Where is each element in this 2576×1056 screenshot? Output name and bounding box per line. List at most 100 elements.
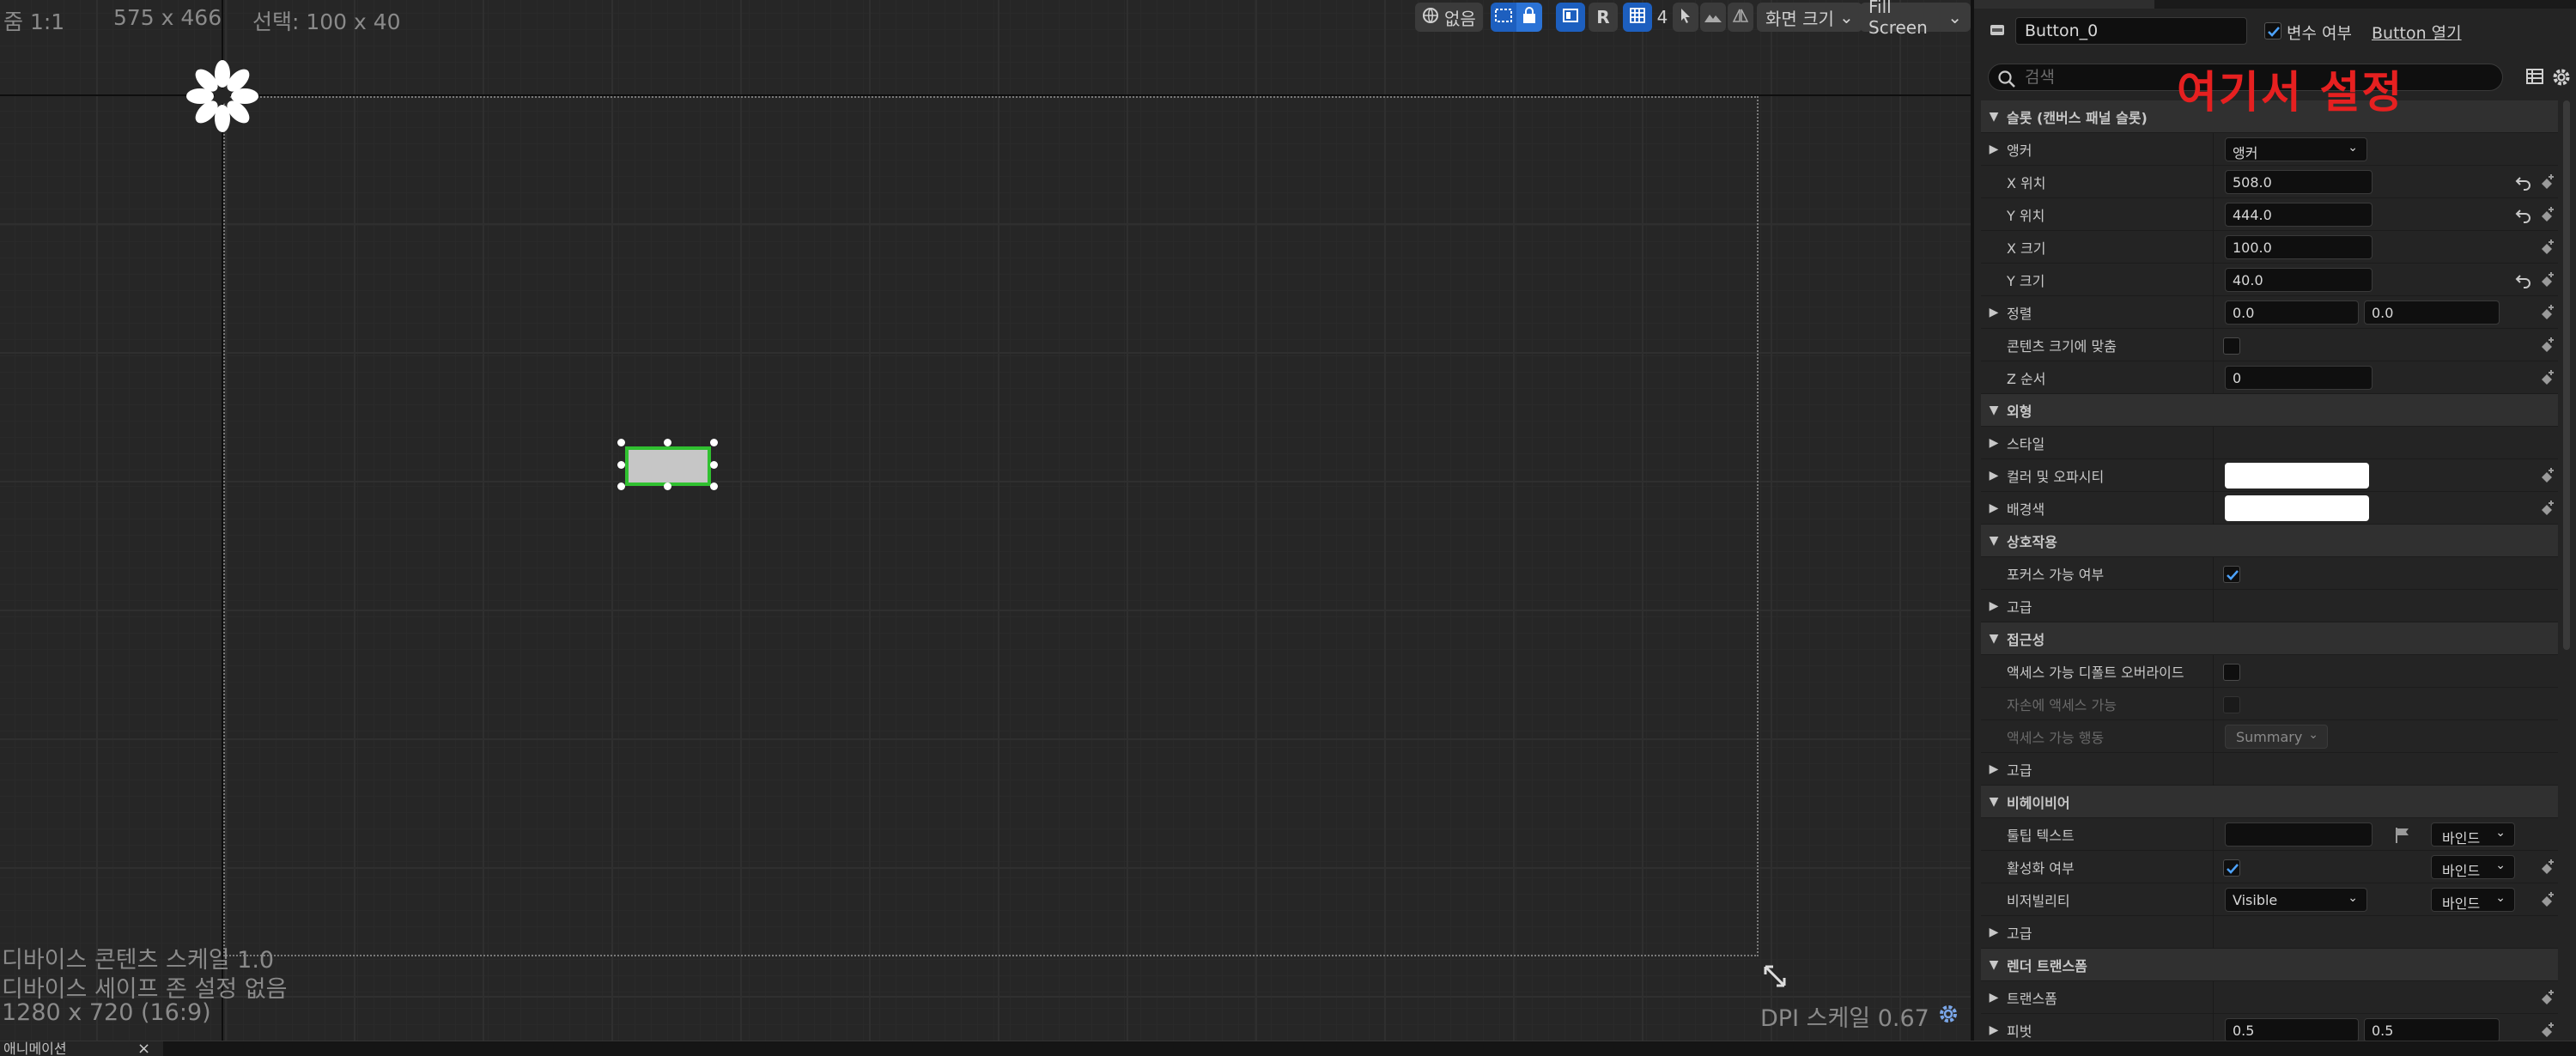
category-appearance[interactable]: ▼ 외형 bbox=[1981, 394, 2558, 427]
resize-handle-l[interactable] bbox=[617, 461, 625, 469]
prop-label: 자손에 액세스 가능 bbox=[2007, 696, 2117, 713]
row-advanced-interaction[interactable]: ▶ 고급 bbox=[1981, 590, 2558, 622]
keyframe-add-icon[interactable] bbox=[2537, 303, 2556, 322]
grid-snap-toggle[interactable] bbox=[1623, 3, 1652, 32]
resize-handle-b[interactable] bbox=[664, 482, 671, 490]
collapsed-triangle-icon[interactable]: ▶ bbox=[1988, 469, 2000, 482]
keyframe-add-icon[interactable] bbox=[2537, 988, 2556, 1007]
resize-handle-t[interactable] bbox=[664, 439, 671, 446]
keyframe-add-icon[interactable] bbox=[2537, 466, 2556, 485]
keyframe-add-icon[interactable] bbox=[2537, 270, 2556, 289]
row-advanced-accessibility[interactable]: ▶ 고급 bbox=[1981, 753, 2558, 786]
collapsed-triangle-icon[interactable]: ▶ bbox=[1988, 306, 2000, 319]
flag-icon[interactable] bbox=[2393, 826, 2412, 845]
collapsed-triangle-icon[interactable]: ▶ bbox=[1988, 501, 2000, 515]
focusable-checkbox[interactable] bbox=[2223, 566, 2240, 583]
fill-screen-label: Fill Screen bbox=[1868, 0, 1928, 38]
x-position-input[interactable] bbox=[2225, 170, 2372, 194]
override-accessible-checkbox[interactable] bbox=[2223, 664, 2240, 681]
category-render-transform[interactable]: ▼ 렌더 트랜스폼 bbox=[1981, 949, 2558, 981]
size-to-content-checkbox[interactable] bbox=[2223, 337, 2240, 355]
tooltip-input[interactable] bbox=[2225, 822, 2372, 847]
r-toggle[interactable]: R bbox=[1589, 3, 1618, 32]
enabled-bind-dropdown[interactable]: 바인드 ⌄ bbox=[2431, 855, 2515, 879]
row-advanced-behavior[interactable]: ▶ 고급 bbox=[1981, 916, 2558, 949]
gear-icon[interactable] bbox=[2551, 67, 2572, 88]
bind-label: 바인드 bbox=[2442, 895, 2481, 912]
column-divider bbox=[2213, 655, 2214, 688]
details-tab[interactable] bbox=[1974, 0, 2154, 9]
close-icon[interactable]: × bbox=[137, 1041, 150, 1056]
respect-locks-toggle[interactable] bbox=[1491, 3, 1516, 32]
pivot-y-input[interactable] bbox=[2364, 1018, 2500, 1041]
tab-animation[interactable]: 애니메이션 × bbox=[0, 1041, 163, 1056]
table-view-icon[interactable] bbox=[2525, 67, 2544, 86]
x-size-input[interactable] bbox=[2225, 235, 2372, 259]
reset-arrow-icon[interactable] bbox=[2515, 206, 2532, 223]
toolbar-none[interactable]: 없음 bbox=[1415, 3, 1483, 32]
cursor-icon bbox=[1678, 7, 1693, 28]
localization-button[interactable]: 없음 bbox=[1415, 3, 1483, 32]
category-behavior[interactable]: ▼ 비헤이비어 bbox=[1981, 786, 2558, 818]
y-size-input[interactable] bbox=[2225, 268, 2372, 292]
category-accessibility[interactable]: ▼ 접근성 bbox=[1981, 622, 2558, 655]
resize-handle-r[interactable] bbox=[710, 461, 718, 469]
collapsed-triangle-icon[interactable]: ▶ bbox=[1988, 991, 2000, 1004]
details-scrollbar[interactable] bbox=[2563, 100, 2570, 650]
y-position-input[interactable] bbox=[2225, 203, 2372, 227]
keyframe-add-icon[interactable] bbox=[2537, 368, 2556, 387]
keyframe-add-icon[interactable] bbox=[2537, 858, 2556, 877]
dpi-settings-gear-icon[interactable] bbox=[1937, 1003, 1959, 1025]
pivot-x-input[interactable] bbox=[2225, 1018, 2359, 1041]
visibility-dropdown[interactable]: Visible ⌄ bbox=[2225, 888, 2367, 912]
r-toggle-label: R bbox=[1596, 7, 1610, 27]
keyframe-add-icon[interactable] bbox=[2537, 1021, 2556, 1040]
resize-handle-br[interactable] bbox=[710, 482, 718, 490]
collapsed-triangle-icon[interactable]: ▶ bbox=[1988, 436, 2000, 450]
anchor-flower-icon[interactable] bbox=[183, 57, 262, 136]
reset-arrow-icon[interactable] bbox=[2515, 271, 2532, 288]
color-opacity-swatch[interactable] bbox=[2225, 463, 2369, 489]
open-button-link[interactable]: Button 열기 bbox=[2372, 21, 2462, 44]
column-divider bbox=[2213, 329, 2214, 361]
lock-toggle[interactable] bbox=[1516, 3, 1542, 32]
is-variable-checkbox[interactable] bbox=[2264, 22, 2281, 39]
z-order-input[interactable] bbox=[2225, 366, 2372, 390]
category-interaction[interactable]: ▼ 상호작용 bbox=[1981, 525, 2558, 557]
alignment-y-input[interactable] bbox=[2364, 300, 2500, 325]
keyframe-add-icon[interactable] bbox=[2537, 205, 2556, 224]
category-label: 접근성 bbox=[2007, 631, 2045, 648]
resize-handle-tl[interactable] bbox=[617, 439, 625, 446]
fill-screen-dropdown[interactable]: Fill Screen ⌄ bbox=[1860, 0, 1971, 38]
widget-name-input[interactable] bbox=[2015, 17, 2247, 45]
mirror-button[interactable] bbox=[1728, 3, 1753, 32]
resize-handle-tr[interactable] bbox=[710, 439, 718, 446]
background-color-swatch[interactable] bbox=[2225, 495, 2369, 521]
prop-label: 액세스 가능 행동 bbox=[2007, 729, 2105, 746]
outline-icon bbox=[1561, 6, 1580, 29]
keyframe-add-icon[interactable] bbox=[2537, 890, 2556, 909]
keyframe-add-icon[interactable] bbox=[2537, 173, 2556, 191]
grid-snap-value[interactable]: 4 bbox=[1652, 3, 1673, 32]
resize-handle-bl[interactable] bbox=[617, 482, 625, 490]
anchor-dropdown[interactable]: 앵커 ⌄ bbox=[2225, 137, 2367, 161]
visibility-bind-dropdown[interactable]: 바인드 ⌄ bbox=[2431, 888, 2515, 912]
canvas-resize-icon[interactable] bbox=[1762, 963, 1788, 989]
keyframe-add-icon[interactable] bbox=[2537, 336, 2556, 355]
selected-button-widget[interactable] bbox=[625, 446, 711, 486]
landscape-button[interactable] bbox=[1700, 3, 1726, 32]
collapsed-triangle-icon[interactable]: ▶ bbox=[1988, 143, 2000, 156]
designer-canvas[interactable]: 줌 1:1 575 x 466 선택: 100 x 40 없음 R 4 화면 크… bbox=[0, 0, 1971, 1041]
enabled-checkbox[interactable] bbox=[2223, 859, 2240, 877]
collapsed-triangle-icon[interactable]: ▶ bbox=[1988, 1023, 2000, 1037]
reset-arrow-icon[interactable] bbox=[2515, 173, 2532, 191]
lock-icon bbox=[1516, 3, 1542, 33]
screen-size-dropdown[interactable]: 화면 크기 ⌄ bbox=[1757, 3, 1862, 32]
keyframe-add-icon[interactable] bbox=[2537, 499, 2556, 518]
keyframe-add-icon[interactable] bbox=[2537, 238, 2556, 257]
row-color-opacity: ▶ 컬러 및 오파시티 bbox=[1981, 459, 2558, 492]
alignment-x-input[interactable] bbox=[2225, 300, 2359, 325]
tooltip-bind-dropdown[interactable]: 바인드 ⌄ bbox=[2431, 822, 2515, 847]
outline-toggle[interactable] bbox=[1556, 3, 1585, 32]
select-mode-button[interactable] bbox=[1673, 3, 1698, 32]
